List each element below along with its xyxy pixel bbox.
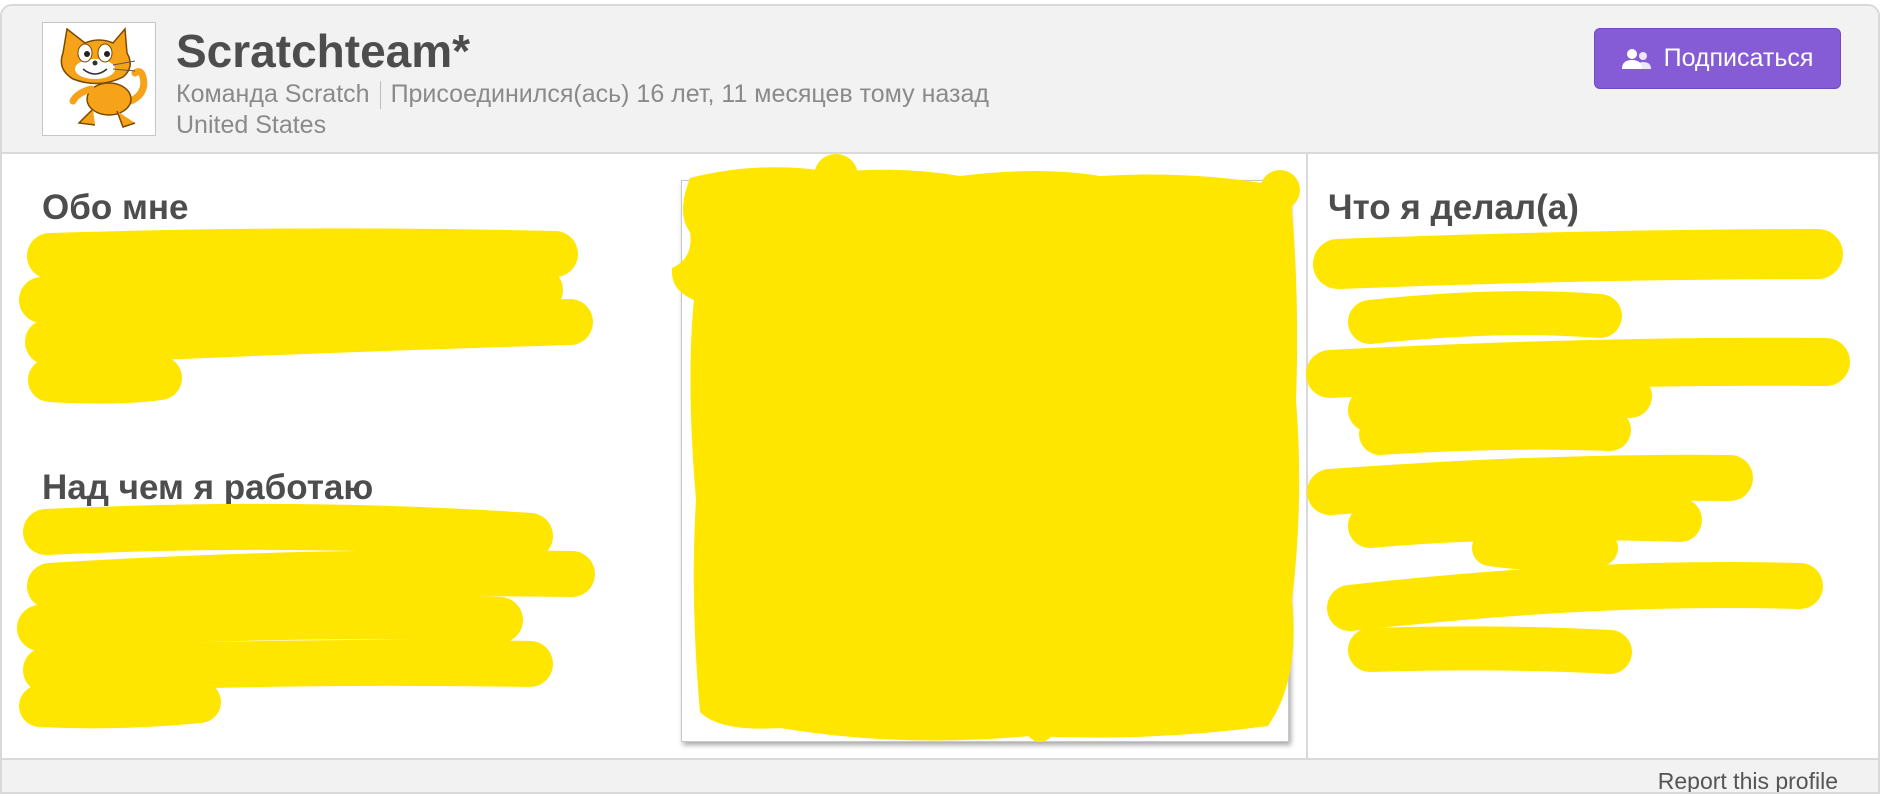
redaction-stroke bbox=[1348, 291, 1622, 344]
redaction-stroke bbox=[27, 228, 578, 279]
redaction-stroke bbox=[1348, 626, 1632, 674]
redaction-stroke bbox=[1313, 229, 1843, 289]
redaction-stroke bbox=[23, 639, 553, 693]
redaction-stroke bbox=[27, 550, 595, 609]
redaction-stroke bbox=[1359, 407, 1631, 455]
redaction-stroke bbox=[28, 356, 182, 404]
redaction-stroke bbox=[1307, 454, 1753, 515]
redaction-blob bbox=[1026, 714, 1054, 742]
redaction-overlay bbox=[17, 154, 1850, 742]
redaction-stroke bbox=[1348, 496, 1702, 548]
redaction-stroke bbox=[1327, 561, 1823, 631]
redaction-stroke bbox=[1472, 530, 1618, 570]
redaction-blob bbox=[814, 154, 858, 198]
redaction-blob bbox=[671, 167, 1300, 741]
redaction-stroke bbox=[1348, 374, 1652, 432]
redaction-stroke bbox=[19, 681, 221, 729]
redaction-stroke bbox=[25, 299, 593, 365]
redaction-stroke bbox=[1306, 337, 1850, 398]
redaction-stroke bbox=[19, 266, 563, 323]
redaction-stroke bbox=[17, 593, 523, 651]
redaction-stroke bbox=[23, 503, 553, 559]
redaction-blob bbox=[1260, 170, 1300, 210]
